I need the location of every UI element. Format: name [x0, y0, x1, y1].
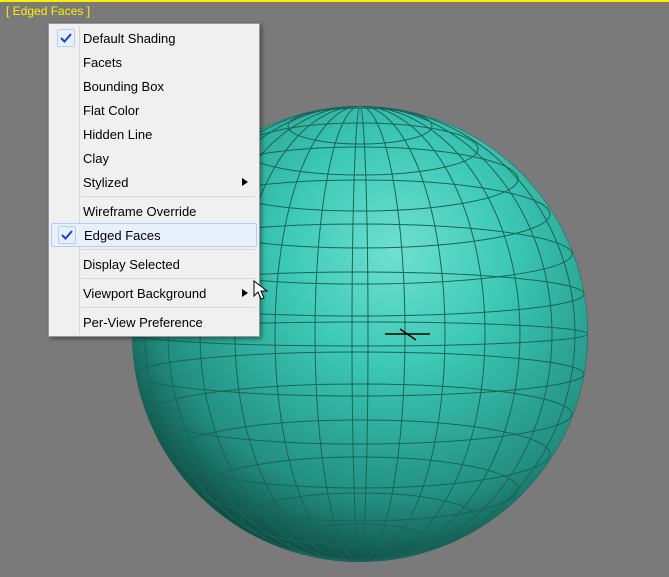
menu-label: Wireframe Override — [79, 204, 257, 219]
check-icon — [53, 29, 79, 47]
menu-label: Bounding Box — [79, 79, 257, 94]
menu-item-facets[interactable]: Facets — [51, 50, 257, 74]
menu-separator — [81, 249, 255, 250]
menu-label: Viewport Background — [79, 286, 237, 301]
menu-item-wireframe-override[interactable]: Wireframe Override — [51, 199, 257, 223]
menu-separator — [81, 278, 255, 279]
menu-item-default-shading[interactable]: Default Shading — [51, 26, 257, 50]
menu-separator — [81, 307, 255, 308]
menu-label: Hidden Line — [79, 127, 257, 142]
shading-context-menu: Default Shading Facets Bounding Box Flat… — [48, 23, 260, 337]
menu-item-hidden-line[interactable]: Hidden Line — [51, 122, 257, 146]
menu-item-stylized[interactable]: Stylized — [51, 170, 257, 194]
menu-item-bounding-box[interactable]: Bounding Box — [51, 74, 257, 98]
menu-item-edged-faces[interactable]: Edged Faces — [51, 223, 257, 247]
menu-item-flat-color[interactable]: Flat Color — [51, 98, 257, 122]
menu-item-clay[interactable]: Clay — [51, 146, 257, 170]
submenu-arrow-icon — [237, 289, 253, 297]
menu-item-display-selected[interactable]: Display Selected — [51, 252, 257, 276]
menu-item-per-view-preference[interactable]: Per-View Preference — [51, 310, 257, 334]
menu-label: Facets — [79, 55, 257, 70]
menu-label: Clay — [79, 151, 257, 166]
menu-label: Edged Faces — [80, 228, 256, 243]
menu-separator — [81, 196, 255, 197]
menu-label: Display Selected — [79, 257, 257, 272]
menu-label: Stylized — [79, 175, 237, 190]
check-icon — [54, 226, 80, 244]
mouse-cursor-icon — [253, 280, 271, 305]
menu-label: Flat Color — [79, 103, 257, 118]
menu-label: Default Shading — [79, 31, 257, 46]
menu-label: Per-View Preference — [79, 315, 257, 330]
menu-item-viewport-background[interactable]: Viewport Background — [51, 281, 257, 305]
viewport-label[interactable]: [ Edged Faces ] — [6, 4, 90, 18]
submenu-arrow-icon — [237, 178, 253, 186]
